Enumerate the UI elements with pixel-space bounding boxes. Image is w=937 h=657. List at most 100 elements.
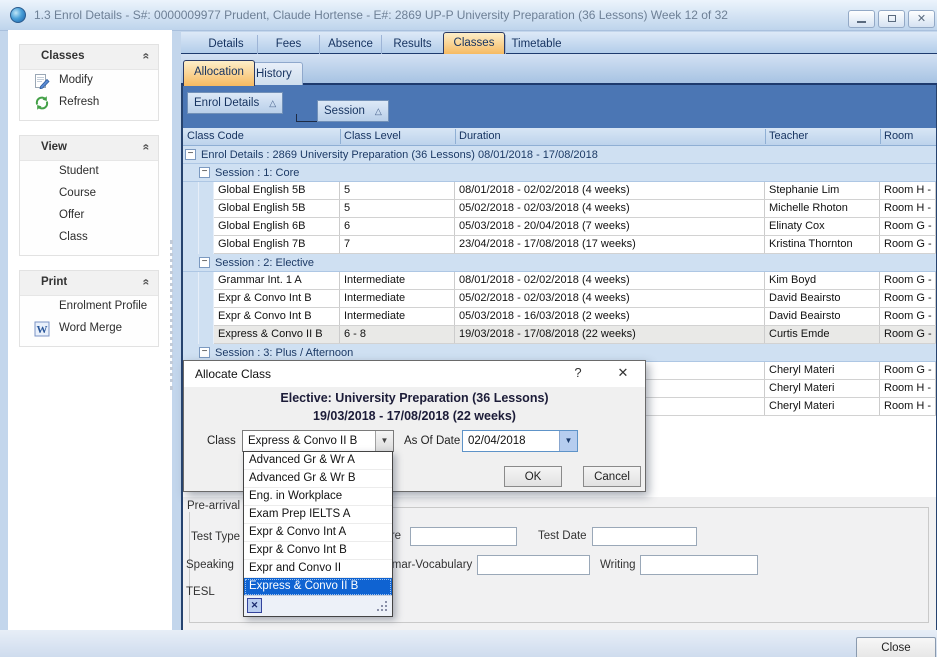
class-combobox-dropdown-button[interactable]: ▼: [375, 431, 393, 451]
sidebar-item-modify[interactable]: Modify: [20, 70, 158, 92]
dialog-help-button[interactable]: ?: [570, 365, 586, 380]
collapse-chevron-icon[interactable]: «: [140, 279, 154, 286]
table-row[interactable]: Expr & Convo Int BIntermediate05/03/2018…: [183, 308, 936, 326]
tab-fees[interactable]: Fees: [257, 35, 319, 54]
cell-class-level: Intermediate: [340, 272, 455, 289]
grammar-vocabulary-input[interactable]: [477, 555, 590, 575]
sidebar-splitter[interactable]: [170, 240, 173, 390]
as-of-date-label: As Of Date: [404, 435, 460, 447]
dropdown-item-expr-convo-int-b[interactable]: Expr & Convo Int B: [244, 542, 392, 560]
writing-input[interactable]: [640, 555, 758, 575]
dropdown-item-advanced-gr-wr-a[interactable]: Advanced Gr & Wr A: [244, 452, 392, 470]
table-row[interactable]: Global English 7B723/04/2018 - 17/08/201…: [183, 236, 936, 254]
cell-room: Room H -: [880, 380, 936, 397]
table-row[interactable]: Expr & Convo Int BIntermediate05/02/2018…: [183, 290, 936, 308]
tab-results[interactable]: Results: [381, 35, 443, 54]
group-by-enrol-details[interactable]: Enrol Details△: [187, 92, 283, 114]
sidebar-panel-view: View« Student Course Offer Class: [19, 135, 159, 256]
cell-duration: 05/02/2018 - 02/03/2018 (4 weeks): [455, 290, 765, 307]
group-connector-horizontal: [296, 121, 317, 122]
sidebar-item-offer[interactable]: Offer: [20, 205, 158, 227]
collapse-box-icon[interactable]: −: [199, 167, 210, 178]
row-indent: [183, 290, 214, 308]
cell-class-level: 5: [340, 200, 455, 217]
score-input[interactable]: [410, 527, 517, 546]
dropdown-item-expr-convo-int-a[interactable]: Expr & Convo Int A: [244, 524, 392, 542]
restore-button[interactable]: [878, 10, 905, 28]
dropdown-item-express-convo-ii-b[interactable]: Express & Convo II B: [244, 578, 392, 596]
sidebar-item-course[interactable]: Course: [20, 183, 158, 205]
table-row[interactable]: Global English 6B605/03/2018 - 20/04/201…: [183, 218, 936, 236]
tab-details[interactable]: Details: [195, 35, 257, 54]
sidebar-panel-print: Print « Enrolment Profile WWord Merge: [19, 270, 159, 347]
cell-class-code: Global English 7B: [214, 236, 340, 253]
collapse-box-icon[interactable]: −: [199, 347, 210, 358]
sidebar-item-student[interactable]: Student: [20, 161, 158, 183]
cell-duration: 05/03/2018 - 16/03/2018 (2 weeks): [455, 308, 765, 325]
dialog-close-button[interactable]: ✕: [612, 365, 634, 381]
cell-room: Room H -: [880, 182, 936, 199]
cell-duration: 05/03/2018 - 20/04/2018 (7 weeks): [455, 218, 765, 235]
cell-room: Room H -: [880, 200, 936, 217]
cell-duration: 05/02/2018 - 02/03/2018 (4 weeks): [455, 200, 765, 217]
window-close-button[interactable]: ✕: [908, 10, 935, 28]
header-separator: [455, 129, 456, 144]
collapse-box-icon[interactable]: −: [199, 257, 210, 268]
window-title: 1.3 Enrol Details - S#: 0000009977 Prude…: [34, 8, 728, 22]
sidebar-panel-header-classes[interactable]: Classes«: [20, 45, 158, 70]
sidebar-item-refresh[interactable]: Refresh: [20, 92, 158, 114]
dropdown-items: Advanced Gr & Wr AAdvanced Gr & Wr BEng.…: [244, 452, 392, 596]
column-header-duration[interactable]: Duration: [459, 130, 501, 142]
collapse-box-icon[interactable]: −: [185, 149, 196, 160]
dropdown-item-advanced-gr-wr-b[interactable]: Advanced Gr & Wr B: [244, 470, 392, 488]
table-row[interactable]: Global English 5B508/01/2018 - 02/02/201…: [183, 182, 936, 200]
ok-button[interactable]: OK: [504, 466, 562, 487]
table-row[interactable]: Express & Convo II B6 - 819/03/2018 - 17…: [183, 326, 936, 344]
tab-timetable[interactable]: Timetable: [505, 35, 567, 54]
panel-title: Print: [41, 276, 67, 288]
sidebar-item-label: Refresh: [59, 96, 99, 108]
footer-close-button[interactable]: Close: [856, 637, 936, 657]
group-row-label: Session : 2: Elective: [215, 255, 314, 272]
as-of-date-picker[interactable]: 02/04/2018 ▼: [462, 430, 578, 452]
cell-duration: 08/01/2018 - 02/02/2018 (4 weeks): [455, 272, 765, 289]
sidebar-item-label: Offer: [59, 209, 84, 221]
dialog-title-bar[interactable]: Allocate Class ? ✕: [184, 361, 645, 387]
sidebar-panel-header-print[interactable]: Print «: [20, 271, 158, 296]
tab-absence[interactable]: Absence: [319, 35, 381, 54]
row-indent: [183, 218, 214, 236]
column-header-class-code[interactable]: Class Code: [187, 130, 244, 142]
date-dropdown-button[interactable]: ▼: [559, 431, 577, 451]
minimize-button[interactable]: [848, 10, 875, 28]
cell-teacher: Kristina Thornton: [765, 236, 880, 253]
group-by-session[interactable]: Session△: [317, 100, 389, 122]
clear-selection-button[interactable]: ✕: [247, 598, 262, 613]
dropdown-item-expr-and-convo-ii[interactable]: Expr and Convo II: [244, 560, 392, 578]
dropdown-item-eng-in-workplace[interactable]: Eng. in Workplace: [244, 488, 392, 506]
cancel-button[interactable]: Cancel: [583, 466, 641, 487]
class-combobox[interactable]: Express & Convo II B ▼: [242, 430, 394, 452]
table-row[interactable]: Global English 5B505/02/2018 - 02/03/201…: [183, 200, 936, 218]
sidebar-item-label: Enrolment Profile: [59, 300, 147, 312]
column-header-room[interactable]: Room: [884, 130, 913, 142]
collapse-chevron-icon[interactable]: «: [140, 144, 154, 151]
restore-icon: [888, 15, 896, 22]
sidebar-panel-header-view[interactable]: View«: [20, 136, 158, 161]
cell-room: Room G -: [880, 236, 936, 253]
tab-classes[interactable]: Classes: [443, 32, 505, 54]
test-date-input[interactable]: [592, 527, 697, 546]
modify-icon: [34, 73, 50, 89]
column-header-teacher[interactable]: Teacher: [769, 130, 808, 142]
resize-grip-icon[interactable]: [385, 609, 387, 611]
subtab-allocation[interactable]: Allocation: [183, 60, 255, 86]
column-header-class-level[interactable]: Class Level: [344, 130, 401, 142]
collapse-chevron-icon[interactable]: «: [140, 53, 154, 60]
sidebar-item-label: Student: [59, 165, 99, 177]
table-row[interactable]: Grammar Int. 1 AIntermediate08/01/2018 -…: [183, 272, 936, 290]
icon-spacer: [34, 230, 50, 246]
sidebar-item-enrolment-profile[interactable]: Enrolment Profile: [20, 296, 158, 318]
row-indent: [183, 272, 214, 290]
dropdown-item-exam-prep-ielts-a[interactable]: Exam Prep IELTS A: [244, 506, 392, 524]
sidebar-item-word-merge[interactable]: WWord Merge: [20, 318, 158, 340]
sidebar-item-class[interactable]: Class: [20, 227, 158, 249]
